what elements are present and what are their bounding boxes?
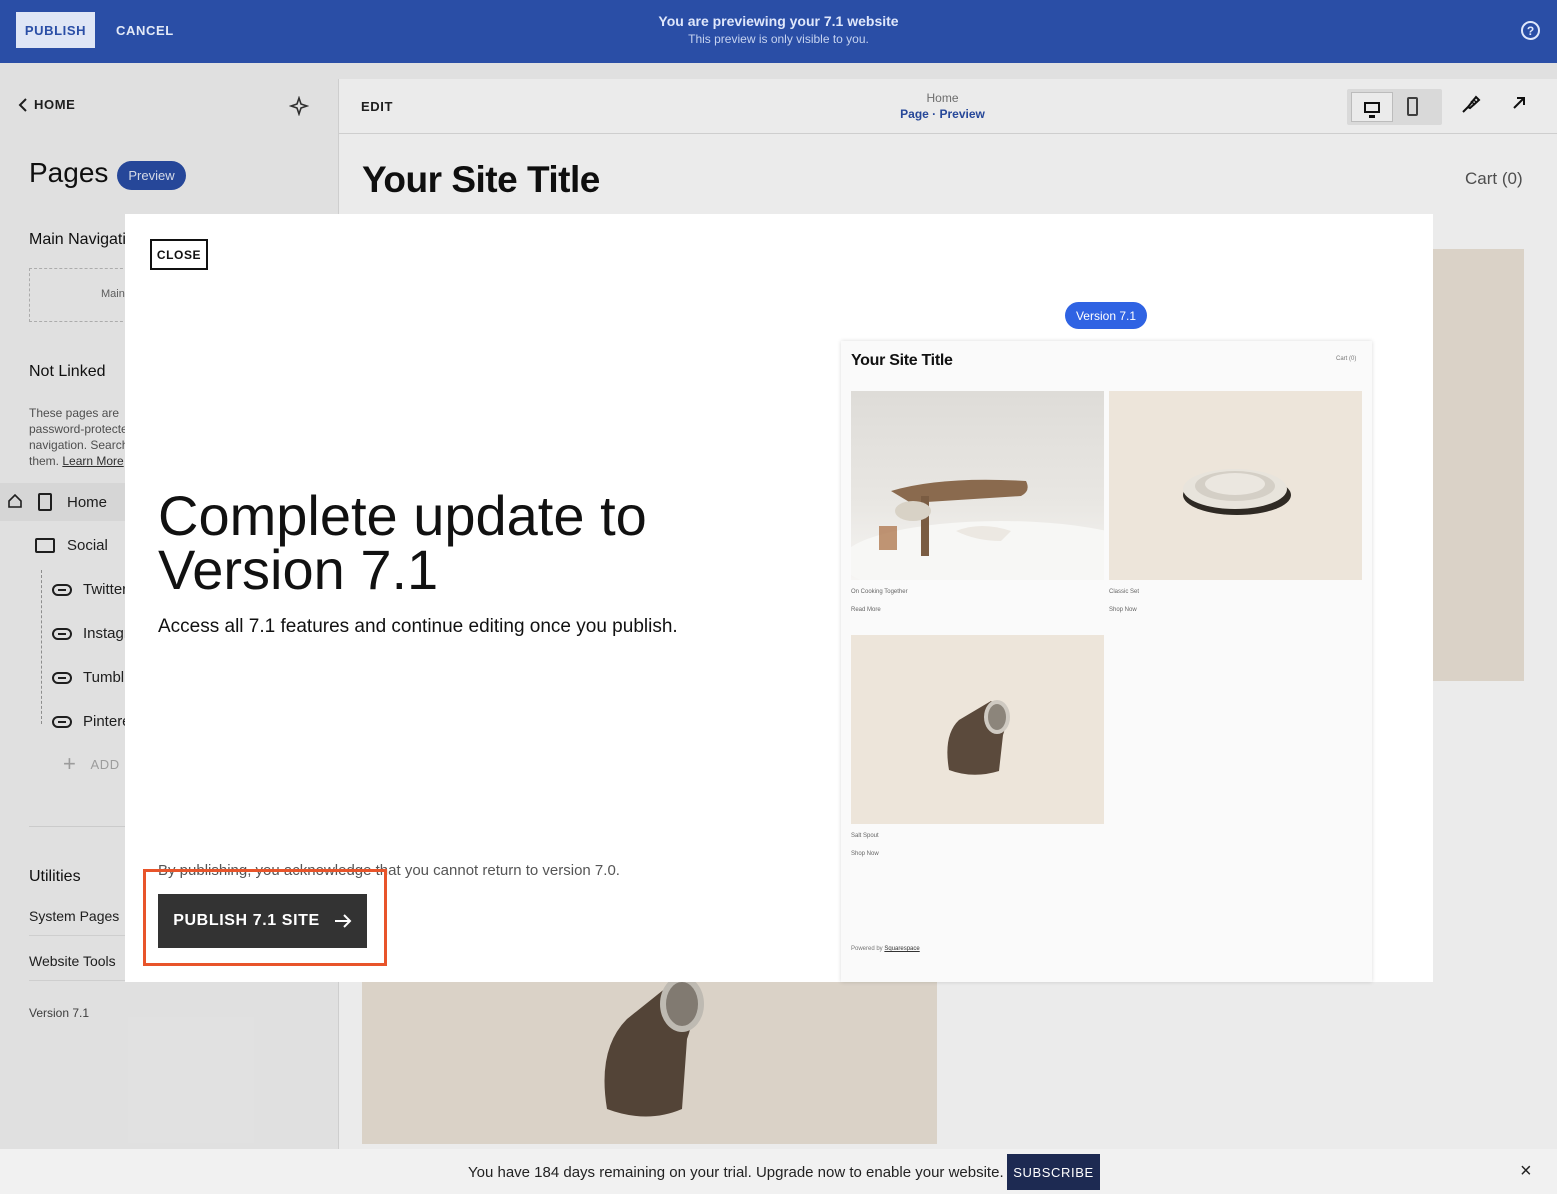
spout-thumb-illustration <box>947 700 1010 775</box>
cooking-image <box>851 391 1104 580</box>
mini-item-caption: On Cooking Together <box>851 589 908 595</box>
upgrade-modal: CLOSE Complete update to Version 7.1 Acc… <box>125 214 1433 982</box>
cooking-illustration <box>851 479 1104 580</box>
mini-item-caption: Salt Spout <box>851 833 879 839</box>
mini-footer-link[interactable]: Squarespace <box>884 946 919 952</box>
preview-banner-title: You are previewing your 7.1 website <box>658 13 899 29</box>
help-icon[interactable]: ? <box>1521 21 1540 40</box>
version-pill: Version 7.1 <box>1065 302 1147 329</box>
highlight-annotation <box>143 869 387 966</box>
modal-subheading: Access all 7.1 features and continue edi… <box>158 616 678 637</box>
close-icon[interactable]: × <box>1520 1160 1532 1183</box>
plates-image <box>1109 391 1362 580</box>
mini-item-link[interactable]: Shop Now <box>1109 607 1137 613</box>
site-thumbnail-preview: Your Site Title Cart (0) On Cooking Toge… <box>841 341 1372 982</box>
trial-message: You have 184 days remaining on your tria… <box>468 1164 1004 1181</box>
close-button[interactable]: CLOSE <box>150 239 208 270</box>
plates-illustration <box>1183 469 1291 515</box>
mini-item-link[interactable]: Read More <box>851 607 881 613</box>
preview-topbar: PUBLISH CANCEL You are previewing your 7… <box>0 0 1557 63</box>
mini-cart: Cart (0) <box>1336 356 1357 362</box>
mini-item-link[interactable]: Shop Now <box>851 851 879 857</box>
mini-site-title: Your Site Title <box>851 352 953 369</box>
trial-banner: You have 184 days remaining on your tria… <box>0 1149 1557 1194</box>
preview-banner-subtitle: This preview is only visible to you. <box>688 32 869 46</box>
salt-spout-thumb <box>851 635 1104 824</box>
mini-item-caption: Classic Set <box>1109 589 1140 595</box>
subscribe-button[interactable]: SUBSCRIBE <box>1007 1154 1100 1190</box>
modal-heading: Complete update to Version 7.1 <box>158 484 647 601</box>
mini-footer: Powered by Squarespace <box>851 946 920 952</box>
